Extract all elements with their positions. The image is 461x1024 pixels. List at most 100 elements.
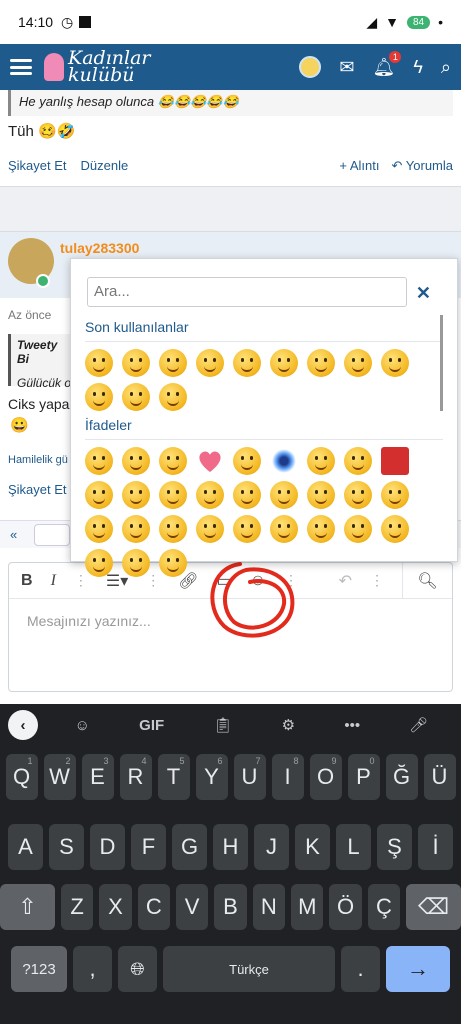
shift-key[interactable]: ⇧: [0, 884, 55, 930]
key[interactable]: Ö: [329, 884, 362, 930]
emoji-item[interactable]: [159, 549, 187, 577]
key[interactable]: Z: [60, 884, 94, 930]
emoji-item[interactable]: [196, 349, 224, 377]
key[interactable]: Ş: [377, 824, 412, 870]
emoji-item[interactable]: [196, 481, 224, 509]
key[interactable]: D: [90, 824, 125, 870]
key[interactable]: B: [214, 884, 247, 930]
emoji-item[interactable]: [85, 349, 113, 377]
heart-emoji[interactable]: [196, 447, 224, 475]
emoji-item[interactable]: [233, 515, 261, 543]
emoji-item[interactable]: [85, 447, 113, 475]
key[interactable]: C: [137, 884, 170, 930]
emoji-item[interactable]: [196, 515, 224, 543]
key[interactable]: T5: [157, 754, 190, 800]
key[interactable]: W2: [43, 754, 76, 800]
emoji-item[interactable]: [307, 349, 335, 377]
emoji-item[interactable]: [344, 349, 372, 377]
key[interactable]: Y6: [195, 754, 228, 800]
first-page-icon[interactable]: «: [10, 527, 17, 542]
reply-link[interactable]: ↶ Yorumla: [391, 158, 453, 174]
emoji-item[interactable]: [270, 515, 298, 543]
key[interactable]: M: [291, 884, 324, 930]
key[interactable]: Q1: [5, 754, 38, 800]
emoji-item[interactable]: [307, 481, 335, 509]
globe-icon[interactable]: 🌐︎: [118, 946, 157, 992]
report-link[interactable]: Şikayet Et: [8, 158, 67, 174]
emoji-item[interactable]: [270, 481, 298, 509]
emoji-item[interactable]: [233, 349, 261, 377]
evil-eye-emoji[interactable]: [270, 447, 298, 475]
emoji-item[interactable]: [85, 383, 113, 411]
close-icon[interactable]: ✕: [416, 283, 431, 304]
emoji-item[interactable]: [381, 481, 409, 509]
period-key[interactable]: .: [341, 946, 380, 992]
key[interactable]: K: [295, 824, 330, 870]
emoji-item[interactable]: [344, 447, 372, 475]
emoji-item[interactable]: [122, 481, 150, 509]
key[interactable]: I8: [271, 754, 304, 800]
microphone-icon[interactable]: 🎤︎: [409, 716, 428, 734]
key[interactable]: Ü: [423, 754, 456, 800]
scrollbar[interactable]: [440, 315, 443, 411]
key[interactable]: Ç: [367, 884, 401, 930]
username[interactable]: tulay283300: [60, 240, 139, 256]
key[interactable]: İ: [418, 824, 453, 870]
chevron-left-icon[interactable]: ‹: [8, 710, 38, 740]
enter-key[interactable]: →: [386, 946, 450, 992]
menu-icon[interactable]: [10, 59, 32, 75]
prev-page-button[interactable]: [34, 524, 70, 546]
tag-link[interactable]: Hamilelik gü: [8, 454, 68, 466]
key[interactable]: R4: [119, 754, 152, 800]
more-icon[interactable]: •••: [344, 717, 360, 734]
key[interactable]: X: [99, 884, 132, 930]
emoji-item[interactable]: [159, 515, 187, 543]
emoji-item[interactable]: [159, 349, 187, 377]
emoji-item[interactable]: [381, 349, 409, 377]
site-logo[interactable]: Kadınlar kulübü: [44, 49, 151, 85]
sticker-icon[interactable]: ☺: [75, 717, 90, 734]
key[interactable]: J: [254, 824, 289, 870]
flag-emoji[interactable]: [381, 447, 409, 475]
quote-link[interactable]: + Alıntı: [339, 158, 379, 174]
key[interactable]: A: [8, 824, 43, 870]
mail-icon[interactable]: ✉: [339, 57, 354, 78]
backspace-key[interactable]: ⌫: [406, 884, 461, 930]
bell-icon[interactable]: 🔔︎ 1: [373, 50, 402, 78]
emoji-item[interactable]: [307, 447, 335, 475]
key[interactable]: U7: [233, 754, 266, 800]
key[interactable]: O9: [309, 754, 342, 800]
emoji-item[interactable]: [122, 549, 150, 577]
emoji-item[interactable]: [233, 447, 261, 475]
bold-button[interactable]: B: [21, 572, 33, 590]
emoji-item[interactable]: [159, 447, 187, 475]
space-key[interactable]: Türkçe: [163, 946, 335, 992]
key[interactable]: N: [252, 884, 286, 930]
key[interactable]: L: [336, 824, 371, 870]
lightning-icon[interactable]: ϟ: [413, 57, 423, 78]
emoji-item[interactable]: [85, 481, 113, 509]
gif-button[interactable]: GIF: [139, 717, 164, 734]
emoji-item[interactable]: [122, 349, 150, 377]
emoji-item[interactable]: [233, 481, 261, 509]
italic-button[interactable]: I: [51, 572, 56, 590]
report-link[interactable]: Şikayet Et: [8, 482, 67, 497]
emoji-item[interactable]: [122, 515, 150, 543]
key[interactable]: F: [131, 824, 166, 870]
emoji-item[interactable]: [270, 349, 298, 377]
key[interactable]: G: [172, 824, 207, 870]
search-icon[interactable]: ⌕: [441, 57, 451, 78]
gear-icon[interactable]: ⚙: [282, 716, 295, 734]
comma-key[interactable]: ,: [73, 946, 112, 992]
emoji-search-input[interactable]: Ara...: [87, 277, 407, 307]
emoji-item[interactable]: [85, 549, 113, 577]
key[interactable]: H: [213, 824, 248, 870]
emoji-item[interactable]: [122, 383, 150, 411]
key[interactable]: P0: [347, 754, 380, 800]
emoji-item[interactable]: [381, 515, 409, 543]
emoji-item[interactable]: [159, 383, 187, 411]
emoji-item[interactable]: [159, 481, 187, 509]
emoji-item[interactable]: [122, 447, 150, 475]
key[interactable]: Ğ: [385, 754, 418, 800]
clipboard-icon[interactable]: 📋︎: [213, 716, 232, 734]
